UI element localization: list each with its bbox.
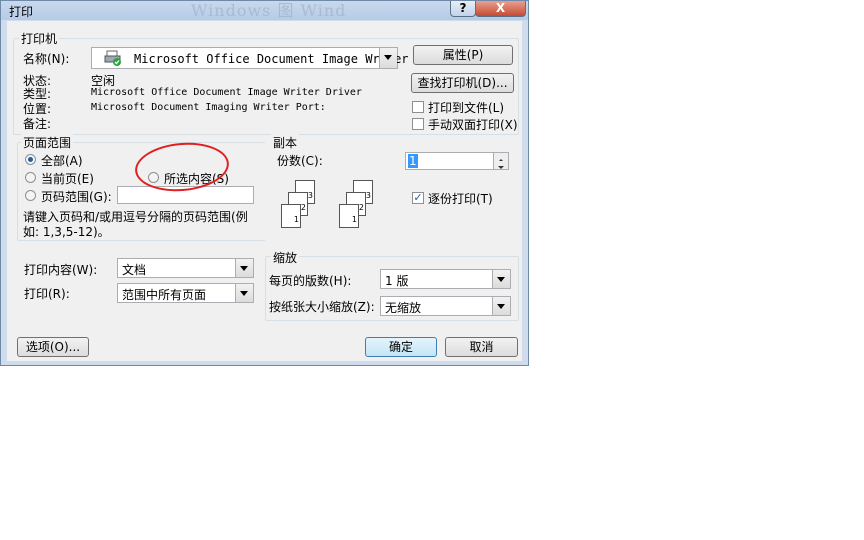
copies-spin-up[interactable]: [493, 153, 508, 162]
scale-select[interactable]: 无缩放: [380, 296, 511, 316]
where-value: Microsoft Document Imaging Writer Port:: [91, 102, 326, 113]
scale-value: 无缩放: [385, 301, 422, 315]
zoom-group-label: 缩放: [271, 249, 300, 266]
options-button[interactable]: 选项(O)...: [17, 337, 89, 357]
cancel-button[interactable]: 取消: [445, 337, 518, 357]
chevron-down-icon[interactable]: [379, 48, 397, 68]
page-range-group-label: 页面范围: [21, 134, 74, 151]
print-to-file-label: 打印到文件(L): [428, 101, 505, 115]
manual-duplex-checkbox[interactable]: [412, 118, 424, 130]
print-value: 范围中所有页面: [122, 288, 207, 302]
print-what-value: 文档: [122, 263, 147, 277]
type-value: Microsoft Office Document Image Writer D…: [91, 87, 362, 98]
printer-group-label: 打印机: [19, 30, 60, 47]
print-label: 打印(R):: [24, 287, 70, 301]
background-window-title: Windows 图 Wind: [191, 1, 347, 20]
pages-per-sheet-value: 1 版: [385, 274, 409, 288]
chevron-down-icon[interactable]: [492, 297, 510, 315]
all-pages-radio[interactable]: [25, 154, 36, 165]
copies-group-label: 副本: [271, 134, 300, 151]
print-select[interactable]: 范围中所有页面: [117, 283, 254, 303]
dialog-client: 打印机 名称(N): Microsoft Office Document Ima…: [7, 21, 522, 361]
page-icon: 1: [339, 204, 359, 228]
chevron-down-icon[interactable]: [235, 259, 253, 277]
properties-button[interactable]: 属性(P): [413, 45, 513, 65]
page-numbers-label: 页码范围(G):: [41, 190, 112, 204]
copies-spin-down[interactable]: [493, 161, 508, 169]
print-what-select[interactable]: 文档: [117, 258, 254, 278]
chevron-down-icon: [498, 166, 504, 169]
page-icon: 1: [281, 204, 301, 228]
printer-icon: [104, 50, 122, 66]
printer-name-value: Microsoft Office Document Image Writer: [134, 52, 409, 66]
printer-name-select[interactable]: Microsoft Office Document Image Writer: [91, 47, 409, 69]
close-button[interactable]: X: [475, 1, 526, 17]
print-to-file-checkbox[interactable]: [412, 101, 424, 113]
all-pages-label: 全部(A): [41, 154, 83, 168]
window-title: 打印: [9, 5, 34, 19]
print-what-label: 打印内容(W):: [24, 263, 98, 277]
scale-label: 按纸张大小缩放(Z):: [269, 300, 375, 314]
manual-duplex-label: 手动双面打印(X): [428, 118, 518, 132]
help-button[interactable]: ?: [450, 1, 476, 17]
comment-label: 备注:: [23, 117, 52, 131]
copies-count-input[interactable]: 1: [405, 152, 509, 170]
copies-count-label: 份数(C):: [277, 154, 323, 168]
page-range-hint: 请键入页码和/或用逗号分隔的页码范围(例如: 1,3,5-12)。: [23, 210, 248, 239]
current-page-radio[interactable]: [25, 172, 36, 183]
ok-button[interactable]: 确定: [365, 337, 437, 357]
printer-name-label: 名称(N):: [23, 52, 70, 66]
pages-per-sheet-select[interactable]: 1 版: [380, 269, 511, 289]
collate-checkbox[interactable]: ✓: [412, 192, 424, 204]
collate-label: 逐份打印(T): [428, 192, 493, 206]
print-dialog: 打印 Windows 图 Wind ? X 打印机 名称(N): Microso…: [0, 0, 529, 366]
page-numbers-radio[interactable]: [25, 190, 36, 201]
pages-per-sheet-label: 每页的版数(H):: [269, 274, 352, 288]
find-printer-button[interactable]: 查找打印机(D)...: [411, 73, 514, 93]
title-bar[interactable]: 打印 Windows 图 Wind ? X: [1, 1, 528, 20]
chevron-down-icon[interactable]: [492, 270, 510, 288]
current-page-label: 当前页(E): [41, 172, 94, 186]
copies-count-value: 1: [408, 154, 418, 168]
chevron-down-icon[interactable]: [235, 284, 253, 302]
